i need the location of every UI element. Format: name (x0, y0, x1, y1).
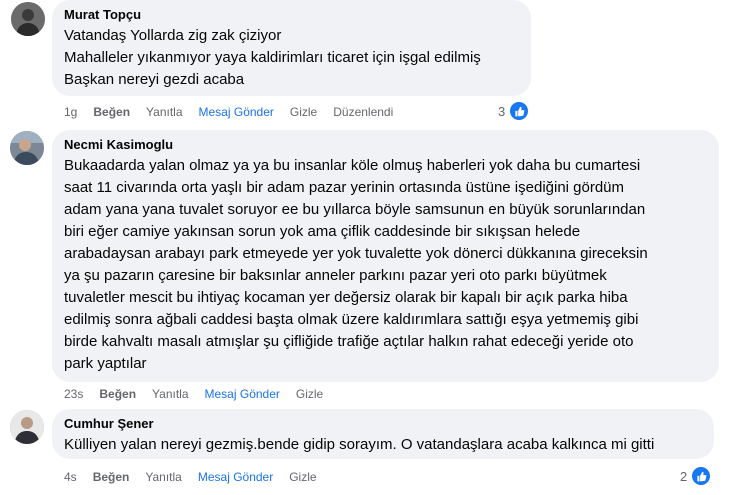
comment-text: Vatandaş Yollarda zig zak çiziyor Mahall… (64, 25, 519, 91)
reaction-count: 3 (498, 103, 506, 119)
send-message-button[interactable]: Mesaj Gönder (199, 105, 274, 119)
comment-timestamp[interactable]: 1g (64, 105, 77, 119)
thumbs-up-icon (508, 100, 531, 122)
comment-author[interactable]: Cumhur Şener (64, 416, 702, 432)
comment-line: biri eğer camiye yakınsan sorun yok ama … (64, 223, 581, 240)
comment-actions: 1g Beğen Yanıtla Mesaj Gönder Gizle Düze… (64, 104, 409, 120)
edited-label[interactable]: Düzenlendi (333, 105, 393, 119)
hide-button[interactable]: Gizle (296, 387, 323, 401)
like-button[interactable]: Beğen (93, 470, 130, 484)
comment-line: Vatandaş Yollarda zig zak çiziyor (64, 27, 282, 44)
reply-button[interactable]: Yanıtla (145, 470, 181, 484)
avatar-necmi-kasimoglu[interactable] (10, 131, 44, 165)
comment-bubble: Cumhur Şener Külliyen yalan nereyi gezmi… (52, 409, 714, 459)
reaction-count: 2 (680, 468, 688, 484)
hide-button[interactable]: Gizle (289, 470, 316, 484)
comment-line: ya şu pazarın çaresine bir baksınlar ann… (64, 267, 607, 284)
avatar-murat-topcu[interactable] (11, 2, 45, 36)
comment-line: Başkan nereyi gezdi acaba (64, 71, 245, 88)
comment-text: Külliyen yalan nereyi gezmiş.bende gidip… (64, 434, 702, 456)
send-message-button[interactable]: Mesaj Gönder (198, 470, 273, 484)
comment-timestamp[interactable]: 23s (64, 387, 83, 401)
comment-bubble: Murat Topçu Vatandaş Yollarda zig zak çi… (52, 0, 531, 96)
like-button[interactable]: Beğen (99, 387, 136, 401)
comment-line: edilmiş sonra ağbali caddesi başta olmak… (64, 311, 639, 328)
reply-button[interactable]: Yanıtla (152, 387, 188, 401)
comment-timestamp[interactable]: 4s (64, 470, 77, 484)
reaction-summary[interactable]: 2 (680, 465, 713, 487)
comment-line: tuvaletler mescit bu ihtiyaç kocaman yer… (64, 289, 628, 306)
thumbs-up-icon (690, 465, 713, 487)
comment-actions: 23s Beğen Yanıtla Mesaj Gönder Gizle (64, 386, 339, 402)
comment-bubble: Necmi Kasimoglu Bukaadarda yalan olmaz y… (52, 130, 719, 382)
comment-line: park yaptılar (64, 355, 147, 372)
reply-button[interactable]: Yanıtla (146, 105, 182, 119)
comment-line: Külliyen yalan nereyi gezmiş.bende gidip… (64, 436, 655, 453)
like-button[interactable]: Beğen (93, 105, 130, 119)
comment-line: saat 11 civarında orta yaşlı bir adam pa… (64, 179, 625, 196)
comment-line: arabadaysan arabayı park etmeyede yer yo… (64, 245, 648, 262)
comment-line: birde kahvaltı masalı atmışlar şu çifliğ… (64, 333, 634, 350)
comment-author[interactable]: Necmi Kasimoglu (64, 137, 707, 153)
avatar-cumhur-sener[interactable] (10, 410, 44, 444)
comment-line: Mahalleler yıkanmıyor yaya kaldirimları … (64, 49, 481, 66)
comment-line: Bukaadarda yalan olmaz ya ya bu insanlar… (64, 157, 641, 174)
comment-line: adam yana yana tuvalet soruyor ee bu yıl… (64, 201, 646, 218)
comment-text: Bukaadarda yalan olmaz ya ya bu insanlar… (64, 155, 707, 375)
reaction-summary[interactable]: 3 (498, 100, 531, 122)
comment-author[interactable]: Murat Topçu (64, 7, 519, 23)
send-message-button[interactable]: Mesaj Gönder (205, 387, 280, 401)
comment-actions: 4s Beğen Yanıtla Mesaj Gönder Gizle (64, 469, 333, 485)
hide-button[interactable]: Gizle (290, 105, 317, 119)
